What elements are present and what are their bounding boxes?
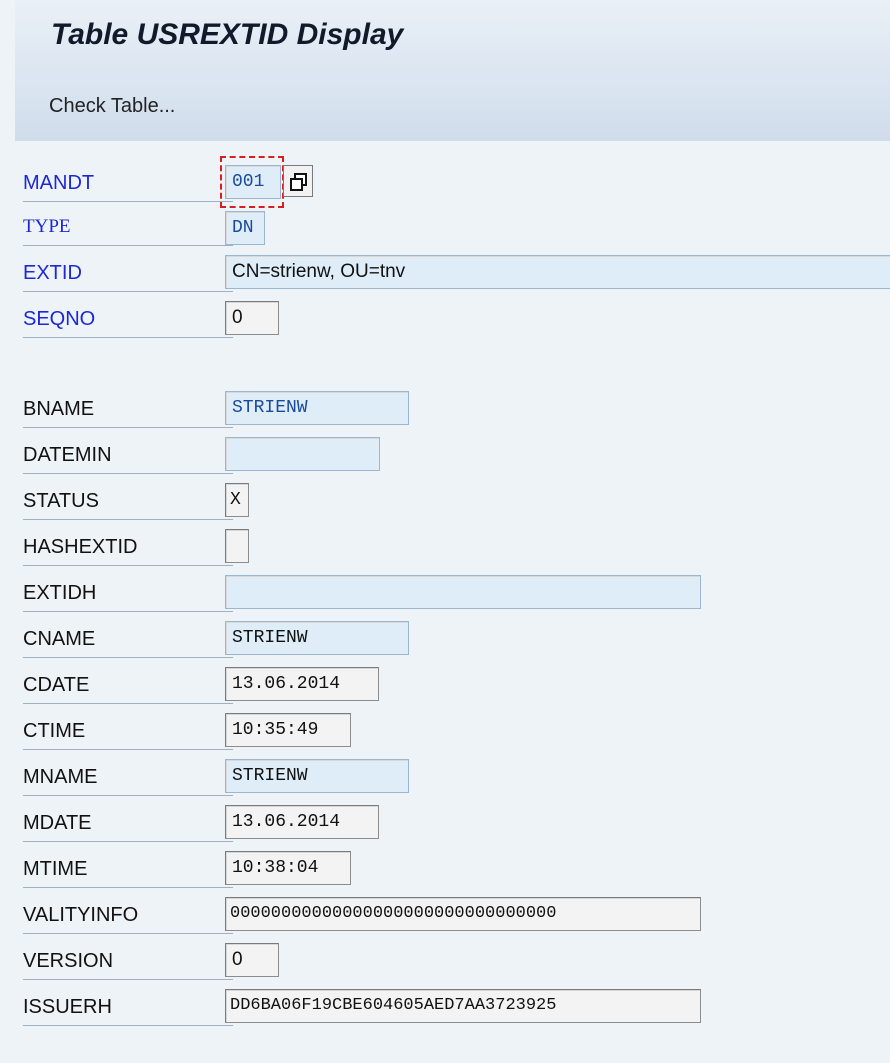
label-validityinfo: VALITYINFO bbox=[23, 897, 233, 934]
validityinfo-field[interactable]: 00000000000000000000000000000000 bbox=[225, 897, 701, 931]
issuerh-field[interactable]: DD6BA06F19CBE604605AED7AA3723925 bbox=[225, 989, 701, 1023]
ctime-field[interactable]: 10:35:49 bbox=[225, 713, 351, 747]
application-toolbar: Check Table... bbox=[15, 73, 890, 142]
status-field[interactable]: X bbox=[225, 483, 249, 517]
copy-icon[interactable] bbox=[283, 165, 313, 197]
label-mdate: MDATE bbox=[23, 805, 233, 842]
label-seqno: SEQNO bbox=[23, 301, 233, 338]
label-mandt: MANDT bbox=[23, 165, 233, 202]
mdate-field[interactable]: 13.06.2014 bbox=[225, 805, 379, 839]
type-field[interactable]: DN bbox=[225, 211, 265, 245]
page-title: Table USREXTID Display bbox=[51, 18, 404, 51]
title-bar: Table USREXTID Display bbox=[15, 0, 890, 74]
label-bname: BNAME bbox=[23, 391, 233, 428]
cdate-field[interactable]: 13.06.2014 bbox=[225, 667, 379, 701]
mname-field[interactable]: STRIENW bbox=[225, 759, 409, 793]
label-version: VERSION bbox=[23, 943, 233, 980]
cname-field[interactable]: STRIENW bbox=[225, 621, 409, 655]
datemin-field[interactable] bbox=[225, 437, 380, 471]
hashextid-field[interactable] bbox=[225, 529, 249, 563]
detail-form: MANDT 001 TYPE DN EXTID CN=strienw, OU=t… bbox=[15, 141, 890, 1063]
label-extidh: EXTIDH bbox=[23, 575, 233, 612]
label-datemin: DATEMIN bbox=[23, 437, 233, 474]
check-table-button[interactable]: Check Table... bbox=[49, 95, 175, 118]
extidh-field[interactable] bbox=[225, 575, 701, 609]
label-mname: MNAME bbox=[23, 759, 233, 796]
label-extid: EXTID bbox=[23, 255, 233, 292]
extid-field[interactable]: CN=strienw, OU=tnv bbox=[225, 255, 890, 289]
label-status: STATUS bbox=[23, 483, 233, 520]
version-field[interactable]: 0 bbox=[225, 943, 279, 977]
label-issuerh: ISSUERH bbox=[23, 989, 233, 1026]
label-hashextid: HASHEXTID bbox=[23, 529, 233, 566]
bname-field[interactable]: STRIENW bbox=[225, 391, 409, 425]
label-cname: CNAME bbox=[23, 621, 233, 658]
label-mtime: MTIME bbox=[23, 851, 233, 888]
label-type: TYPE bbox=[23, 209, 233, 246]
mtime-field[interactable]: 10:38:04 bbox=[225, 851, 351, 885]
label-cdate: CDATE bbox=[23, 667, 233, 704]
mandt-field[interactable]: 001 bbox=[225, 165, 281, 199]
label-ctime: CTIME bbox=[23, 713, 233, 750]
seqno-field[interactable]: 0 bbox=[225, 301, 279, 335]
